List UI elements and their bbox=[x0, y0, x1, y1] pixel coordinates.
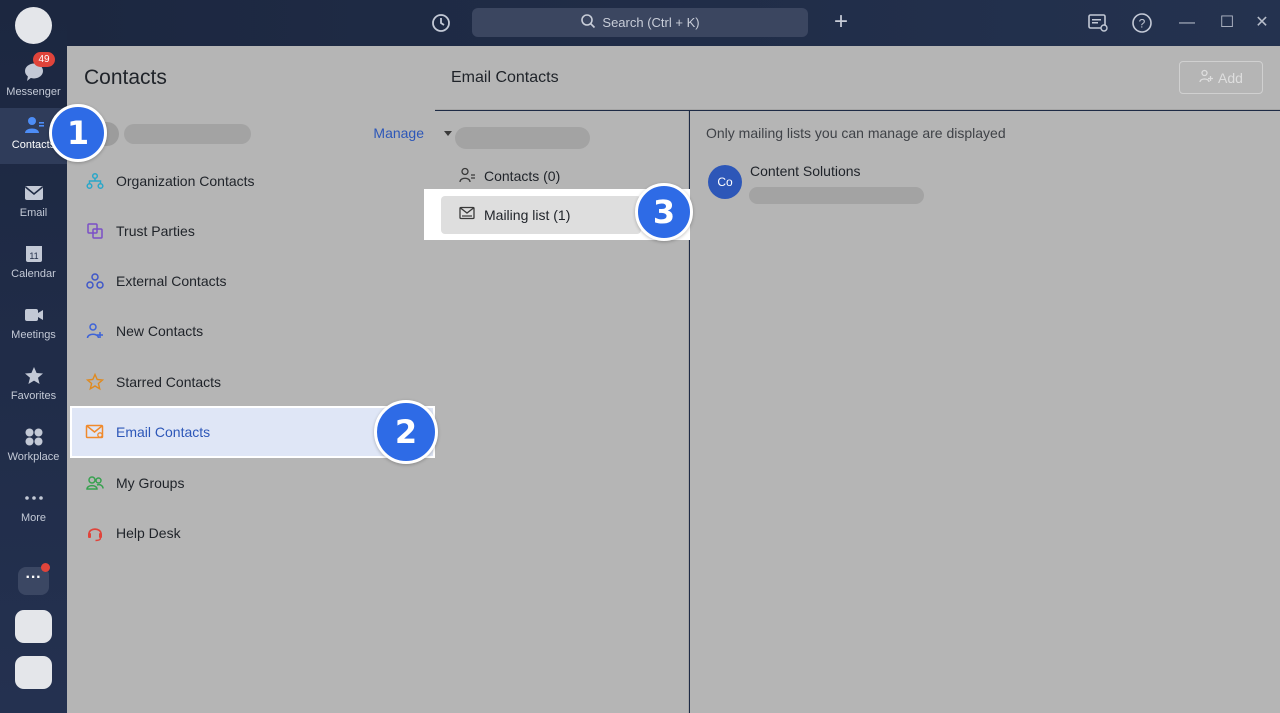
svg-text:?: ? bbox=[1139, 17, 1146, 31]
list-address-redacted bbox=[749, 187, 924, 204]
menu-label: Email Contacts bbox=[116, 424, 211, 440]
org-name-redacted bbox=[124, 124, 251, 144]
trust-parties-icon bbox=[85, 221, 105, 241]
menu-my-groups[interactable]: My Groups bbox=[72, 458, 432, 508]
rail-item-more[interactable]: More bbox=[0, 481, 67, 539]
plus-icon[interactable]: + bbox=[829, 10, 853, 35]
menu-label: External Contacts bbox=[116, 273, 227, 289]
svg-text:11: 11 bbox=[29, 251, 38, 261]
menu-label: Help Desk bbox=[116, 525, 181, 541]
headset-icon bbox=[85, 523, 105, 543]
video-icon bbox=[23, 304, 45, 326]
add-label: Add bbox=[1218, 69, 1243, 86]
menu-label: Starred Contacts bbox=[116, 374, 222, 390]
rail-label-contacts: Contacts bbox=[11, 139, 56, 151]
contacts-icon bbox=[23, 114, 45, 136]
mailing-list-detail: Only mailing lists you can manage are di… bbox=[690, 111, 1280, 713]
app-shortcut-1[interactable] bbox=[15, 610, 52, 643]
groups-icon bbox=[85, 473, 105, 493]
rail-label-email: Email bbox=[19, 207, 48, 219]
rail-item-calendar[interactable]: 11 Calendar bbox=[0, 237, 67, 295]
star-outline-icon bbox=[85, 372, 105, 392]
menu-help-desk[interactable]: Help Desk bbox=[72, 508, 432, 558]
calendar-icon: 11 bbox=[23, 243, 45, 265]
app-shortcut-2[interactable] bbox=[15, 656, 52, 689]
menu-label: My Groups bbox=[116, 475, 185, 491]
add-button[interactable]: Add bbox=[1179, 61, 1263, 94]
external-contacts-icon bbox=[85, 271, 105, 291]
step-marker-1: 1 bbox=[49, 104, 107, 162]
email-contact-icon bbox=[85, 422, 105, 442]
tree-label: Contacts (0) bbox=[484, 168, 561, 184]
rail-label-workplace: Workplace bbox=[7, 451, 60, 463]
user-avatar[interactable] bbox=[15, 7, 52, 44]
menu-label: Organization Contacts bbox=[116, 173, 255, 189]
organization-row: Manage bbox=[84, 122, 424, 146]
minimize-icon[interactable]: — bbox=[1177, 13, 1197, 33]
history-icon[interactable] bbox=[429, 11, 453, 35]
email-icon bbox=[23, 182, 45, 204]
star-icon bbox=[23, 365, 45, 387]
menu-new-contacts[interactable]: New Contacts bbox=[72, 306, 432, 356]
step-marker-2: 2 bbox=[374, 400, 438, 464]
rail-item-meetings[interactable]: Meetings bbox=[0, 298, 67, 356]
tree-label: Mailing list (1) bbox=[484, 207, 571, 223]
more-icon bbox=[23, 487, 45, 509]
rail-item-workplace[interactable]: Workplace bbox=[0, 420, 67, 478]
unread-badge: 49 bbox=[33, 52, 55, 67]
search-placeholder: Search (Ctrl + K) bbox=[602, 15, 700, 30]
tree-item-mailing-list[interactable]: Mailing list (1) bbox=[441, 196, 641, 234]
menu-external-contacts[interactable]: External Contacts bbox=[72, 256, 432, 306]
menu-organization-contacts[interactable]: Organization Contacts bbox=[72, 156, 432, 206]
menu-label: New Contacts bbox=[116, 323, 204, 339]
top-bar: Search (Ctrl + K) + ? — ☐ ✕ bbox=[67, 0, 1280, 46]
step-marker-3: 3 bbox=[635, 183, 693, 241]
left-rail: Messenger 49 Contacts Email 11 Calendar … bbox=[0, 0, 67, 713]
contacts-panel: Contacts Manage Organization Contacts Tr… bbox=[67, 46, 435, 713]
rail-label-messenger: Messenger bbox=[6, 86, 61, 98]
email-contacts-header: Email Contacts Add bbox=[435, 46, 1280, 110]
rail-label-calendar: Calendar bbox=[11, 268, 56, 280]
rail-label-favorites: Favorites bbox=[10, 390, 57, 402]
rail-label-more: More bbox=[20, 512, 47, 524]
notification-dot bbox=[41, 563, 50, 572]
mail-list-icon bbox=[459, 206, 476, 224]
close-icon[interactable]: ✕ bbox=[1252, 13, 1272, 33]
rail-item-email[interactable]: Email bbox=[0, 176, 67, 234]
search-icon bbox=[580, 13, 596, 32]
page-title: Contacts bbox=[84, 66, 167, 89]
apps-icon bbox=[23, 426, 45, 448]
manage-link[interactable]: Manage bbox=[373, 125, 424, 141]
maximize-icon[interactable]: ☐ bbox=[1217, 13, 1237, 33]
list-avatar: Co bbox=[708, 165, 742, 199]
menu-starred-contacts[interactable]: Starred Contacts bbox=[72, 357, 432, 407]
org-chart-icon bbox=[85, 171, 105, 191]
search-bar[interactable]: Search (Ctrl + K) bbox=[472, 8, 808, 37]
notice-text: Only mailing lists you can manage are di… bbox=[706, 125, 1006, 141]
list-item-name[interactable]: Content Solutions bbox=[750, 163, 861, 179]
section-title: Email Contacts bbox=[451, 69, 559, 86]
tree-item-contacts[interactable]: Contacts (0) bbox=[459, 165, 560, 187]
add-person-icon bbox=[1199, 69, 1214, 86]
add-person-icon bbox=[85, 321, 105, 341]
announcement-icon[interactable] bbox=[1086, 11, 1110, 35]
rail-item-favorites[interactable]: Favorites bbox=[0, 359, 67, 417]
chevron-down-icon[interactable] bbox=[444, 131, 452, 136]
person-list-icon bbox=[459, 167, 476, 186]
menu-trust-parties[interactable]: Trust Parties bbox=[72, 206, 432, 256]
rail-label-meetings: Meetings bbox=[11, 329, 56, 341]
account-name-redacted bbox=[455, 127, 590, 149]
help-icon[interactable]: ? bbox=[1130, 11, 1154, 35]
menu-label: Trust Parties bbox=[116, 223, 195, 239]
